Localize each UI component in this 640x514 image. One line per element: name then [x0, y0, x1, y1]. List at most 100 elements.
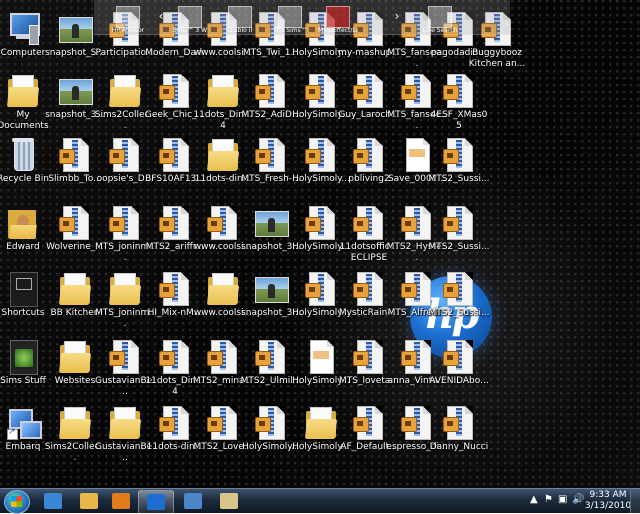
volume-icon[interactable]: 🔊 — [572, 494, 584, 505]
folder-icon — [206, 271, 240, 307]
image-thumbnail-icon — [59, 73, 93, 109]
gadget-masseffect[interactable]: MassEffect/Launc — [318, 4, 358, 34]
package-file-icon — [353, 271, 385, 307]
package-file-icon — [207, 205, 239, 241]
shortcuts-icon — [7, 271, 39, 307]
package-file-icon — [255, 339, 287, 375]
package-file-icon — [353, 339, 385, 375]
package-file-icon — [255, 137, 287, 173]
folder-icon — [304, 405, 338, 441]
package-file-icon — [443, 271, 475, 307]
package-file-icon — [305, 137, 337, 173]
taskbar-hp-button[interactable] — [138, 490, 174, 514]
windows-explorer-icon — [80, 493, 98, 509]
package-file-icon — [305, 73, 337, 109]
package-file-icon — [353, 405, 385, 441]
desktop-icon[interactable]: MTS2_Sussi... — [428, 202, 490, 268]
desktop-icon-label: MTS2_Sussi... — [428, 242, 490, 252]
taskbar-windows-explorer-button[interactable] — [72, 490, 106, 512]
desktop-icon-label: AVENIDAbo... — [429, 376, 489, 386]
recycle-bin-icon — [7, 137, 39, 173]
folder-icon — [58, 339, 92, 375]
image-thumbnail-icon — [59, 11, 93, 47]
package-file-icon — [443, 339, 475, 375]
user-folder-icon — [7, 205, 39, 241]
package-file-icon — [255, 73, 287, 109]
gadget-next-arrow-icon[interactable]: › — [390, 8, 404, 24]
desktop-icon[interactable]: AVENIDAbo... — [428, 336, 490, 402]
folder-icon — [206, 73, 240, 109]
desktop-icon[interactable]: 4ESF_XMas05 — [428, 70, 490, 136]
media-player-icon — [112, 493, 130, 509]
action-center-flag-icon[interactable]: ⚑ — [544, 494, 553, 505]
gadget-hp-advisor[interactable]: HP Advisor — [112, 4, 144, 34]
sims-stuff-icon — [7, 339, 39, 375]
package-file-icon — [109, 137, 141, 173]
package-file-icon — [59, 137, 91, 173]
package-file-icon — [353, 73, 385, 109]
computer-icon — [7, 11, 40, 47]
taskbar-window-app-button[interactable] — [212, 490, 246, 512]
package-file-icon — [305, 205, 337, 241]
hp-icon — [147, 494, 165, 510]
desktop-icon[interactable]: MTS2_Sussi... — [428, 134, 490, 200]
quick-launch-gadget-bar: ‹ › HP Advisor Sims™ 3 W Diablo II The S… — [94, 0, 510, 35]
folder-icon — [108, 405, 142, 441]
taskbar-internet-explorer-button[interactable] — [36, 490, 70, 512]
folder-icon — [206, 137, 240, 173]
folder-icon — [108, 271, 142, 307]
window-app-icon — [220, 493, 238, 509]
package-file-icon — [159, 271, 191, 307]
package-file-icon — [305, 271, 337, 307]
desktop-icon[interactable]: MTS2_Sussi... — [428, 268, 490, 334]
desktop-icon-label: MTS2_Sussi... — [428, 174, 490, 184]
internet-explorer-icon — [44, 493, 62, 509]
package-file-icon — [207, 339, 239, 375]
clock-date: 3/13/2010 — [584, 501, 632, 511]
gadget-live-search[interactable]: Live Search — [423, 4, 457, 34]
folder-icon — [58, 405, 92, 441]
checkmark-app-icon — [184, 493, 202, 509]
image-thumbnail-icon — [255, 205, 289, 241]
package-file-icon — [443, 73, 475, 109]
show-desktop-button[interactable] — [630, 489, 640, 513]
package-file-icon — [109, 205, 141, 241]
document-file-icon — [305, 339, 337, 375]
network-connection-icon — [7, 405, 42, 441]
gadget-diablo[interactable]: Diablo II — [224, 4, 254, 34]
desktop-icon[interactable]: Danny_Nucci — [428, 402, 490, 468]
gadget-the-sims[interactable]: The Sims™ — [273, 4, 307, 34]
folder-icon — [58, 271, 92, 307]
image-thumbnail-icon — [255, 271, 289, 307]
package-file-icon — [159, 339, 191, 375]
gadget-prev-arrow-icon[interactable]: ‹ — [154, 8, 168, 24]
package-file-icon — [353, 137, 385, 173]
package-file-icon — [353, 205, 385, 241]
package-file-icon — [159, 73, 191, 109]
network-icon[interactable]: ▣ — [558, 494, 567, 505]
desktop-icon-label: Danny_Nucci — [429, 442, 489, 452]
package-file-icon — [207, 405, 239, 441]
package-file-icon — [443, 137, 475, 173]
start-button[interactable] — [4, 490, 30, 514]
package-file-icon — [59, 205, 91, 241]
desktop[interactable]: hp Computer snapshot_S... Participatio... M… — [0, 0, 640, 488]
package-file-icon — [109, 339, 141, 375]
folder-icon — [6, 73, 40, 109]
taskbar: ▲ ⚑ ▣ 🔊 9:33 AM 3/13/2010 — [0, 488, 640, 514]
package-file-icon — [159, 205, 191, 241]
tray-chevron-icon[interactable]: ▲ — [530, 494, 538, 505]
desktop-icon-label: MTS2_Sussi... — [428, 308, 490, 318]
desktop-icon-label: Buggybooz Kitchen an... — [468, 48, 526, 69]
package-file-icon — [443, 205, 475, 241]
clock[interactable]: 9:33 AM 3/13/2010 — [584, 490, 632, 512]
clock-time: 9:33 AM — [589, 490, 627, 500]
package-file-icon — [443, 405, 475, 441]
taskbar-checkmark-app-button[interactable] — [176, 490, 210, 512]
folder-icon — [108, 73, 142, 109]
gadget-sims3[interactable]: Sims™ 3 W — [173, 4, 207, 34]
taskbar-media-player-button[interactable] — [104, 490, 138, 512]
package-file-icon — [159, 137, 191, 173]
package-file-icon — [159, 405, 191, 441]
package-file-icon — [255, 405, 287, 441]
